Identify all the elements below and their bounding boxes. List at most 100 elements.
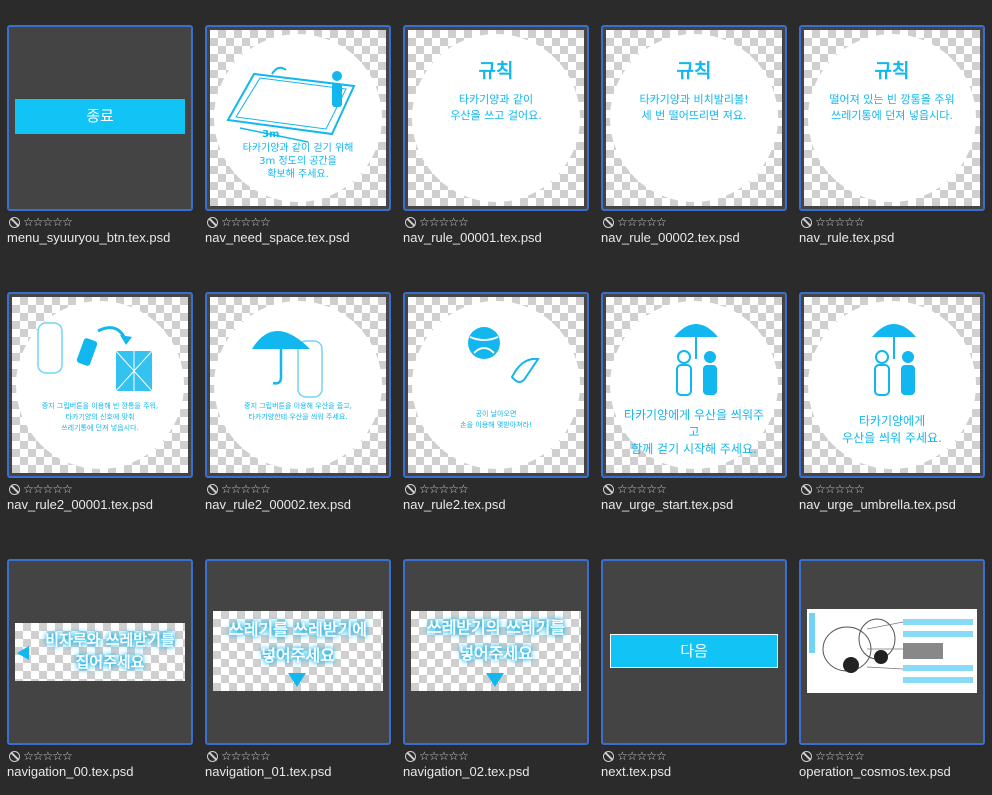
no-rating-icon[interactable] [207, 483, 218, 495]
no-rating-icon[interactable] [9, 483, 20, 495]
rating[interactable]: ☆☆☆☆☆ [601, 749, 787, 763]
no-rating-icon[interactable] [801, 483, 812, 495]
no-rating-icon[interactable] [801, 216, 812, 228]
no-rating-icon[interactable] [603, 216, 614, 228]
no-rating-icon[interactable] [405, 216, 416, 228]
rating-stars[interactable]: ☆☆☆☆☆ [815, 749, 865, 763]
file-name: nav_urge_umbrella.tex.psd [799, 497, 956, 512]
file-name: nav_urge_start.tex.psd [601, 497, 734, 512]
rating[interactable]: ☆☆☆☆☆ [403, 482, 589, 496]
rating-stars[interactable]: ☆☆☆☆☆ [221, 749, 271, 763]
no-rating-icon[interactable] [603, 483, 614, 495]
rating[interactable]: ☆☆☆☆☆ [7, 215, 193, 229]
asset-thumbnail[interactable]: 다음 [601, 559, 787, 745]
preview-circle: 3m 타카기양과 같이 걷기 위해 3m 정도의 공간을 확보해 주세요. [214, 34, 382, 202]
asset-tile[interactable]: 중지 그립버튼을 이용해 우산을 줍고, 타카기양한테 우산을 씌워 주세요. … [205, 292, 391, 512]
rating[interactable]: ☆☆☆☆☆ [601, 215, 787, 229]
preview-circle: 타카기양에게 우산을 씌워주고 함께 걷기 시작해 주세요. [610, 301, 778, 469]
no-rating-icon[interactable] [9, 750, 20, 762]
rating-stars[interactable]: ☆☆☆☆☆ [419, 482, 469, 496]
no-rating-icon[interactable] [207, 750, 218, 762]
rating[interactable]: ☆☆☆☆☆ [403, 749, 589, 763]
instruction-text: 중지 그립버튼을 이용해 빈 깡통을 주워, 타카기양의 신호에 맞춰 쓰레기통… [41, 402, 159, 432]
asset-tile[interactable]: 타카기양에게 우산을 씌워 주세요. ☆☆☆☆☆ nav_urge_umbrel… [799, 292, 985, 512]
file-name: nav_need_space.tex.psd [205, 230, 350, 245]
asset-tile[interactable]: 중지 그립버튼을 이용해 빈 깡통을 주워, 타카기양의 신호에 맞춰 쓰레기통… [7, 292, 193, 512]
asset-tile[interactable]: 쓰레받기의 쓰레기를 넣어주세요 ☆☆☆☆☆ navigation_02.tex… [403, 559, 589, 779]
distance-label: 3m [262, 129, 280, 140]
no-rating-icon[interactable] [405, 750, 416, 762]
rating-stars[interactable]: ☆☆☆☆☆ [23, 215, 73, 229]
rating[interactable]: ☆☆☆☆☆ [205, 482, 391, 496]
asset-thumbnail[interactable]: 공이 날아오면 손을 이용해 몇받아쳐라! [403, 292, 589, 478]
preview-circle: 타카기양에게 우산을 씌워 주세요. [808, 301, 976, 469]
asset-tile[interactable]: 쓰레기를 쓰레받기에 넣어주세요 ☆☆☆☆☆ navigation_01.tex… [205, 559, 391, 779]
file-name: nav_rule.tex.psd [799, 230, 895, 245]
asset-thumbnail[interactable]: 쓰레받기의 쓰레기를 넣어주세요 [403, 559, 589, 745]
asset-thumbnail[interactable]: 중지 그립버튼을 이용해 우산을 줍고, 타카기양한테 우산을 씌워 주세요. [205, 292, 391, 478]
file-name: next.tex.psd [601, 764, 672, 779]
rating[interactable]: ☆☆☆☆☆ [799, 482, 985, 496]
asset-thumbnail[interactable]: 타카기양에게 우산을 씌워주고 함께 걷기 시작해 주세요. [601, 292, 787, 478]
asset-thumbnail[interactable]: 규칙 떨어져 있는 빈 깡통을 주워 쓰레기통에 던져 넣읍시다. [799, 25, 985, 211]
no-rating-icon[interactable] [9, 216, 20, 228]
asset-thumbnail[interactable]: 비자루와 쓰레받기를 집어주세요 [7, 559, 193, 745]
rating[interactable]: ☆☆☆☆☆ [601, 482, 787, 496]
asset-thumbnail[interactable]: 규칙 타카기양과 같이 우산을 쓰고 걸어요. [403, 25, 589, 211]
rating-stars[interactable]: ☆☆☆☆☆ [815, 215, 865, 229]
no-rating-icon[interactable] [603, 750, 614, 762]
rating[interactable]: ☆☆☆☆☆ [205, 749, 391, 763]
asset-thumbnail[interactable]: 종료 [7, 25, 193, 211]
asset-tile[interactable]: 규칙 떨어져 있는 빈 깡통을 주워 쓰레기통에 던져 넣읍시다. ☆☆☆☆☆ … [799, 25, 985, 245]
rating[interactable]: ☆☆☆☆☆ [7, 749, 193, 763]
instruction-text: 공이 날아오면 손을 이용해 몇받아쳐라! [460, 410, 532, 429]
asset-tile[interactable]: 규칙 타카기양과 같이 우산을 쓰고 걸어요. ☆☆☆☆☆ nav_rule_0… [403, 25, 589, 245]
asset-thumbnail[interactable]: 중지 그립버튼을 이용해 빈 깡통을 주워, 타카기양의 신호에 맞춰 쓰레기통… [7, 292, 193, 478]
rating[interactable]: ☆☆☆☆☆ [7, 482, 193, 496]
asset-tile[interactable]: 다음 ☆☆☆☆☆ next.tex.psd [601, 559, 787, 779]
rating[interactable]: ☆☆☆☆☆ [403, 215, 589, 229]
file-name: navigation_02.tex.psd [403, 764, 530, 779]
rating-stars[interactable]: ☆☆☆☆☆ [221, 482, 271, 496]
arrow-down-icon [486, 673, 504, 687]
asset-thumbnail[interactable]: 규칙 타카기양과 비치발리볼! 세 번 떨어뜨리면 져요. [601, 25, 787, 211]
rating[interactable]: ☆☆☆☆☆ [799, 749, 985, 763]
navigation-text: 비자루와 쓰레받기를 집어주세요 [45, 631, 175, 671]
rating-stars[interactable]: ☆☆☆☆☆ [617, 749, 667, 763]
rating-stars[interactable]: ☆☆☆☆☆ [419, 749, 469, 763]
next-button-preview: 다음 [610, 634, 778, 668]
rating-stars[interactable]: ☆☆☆☆☆ [815, 482, 865, 496]
rating-stars[interactable]: ☆☆☆☆☆ [23, 749, 73, 763]
rating[interactable]: ☆☆☆☆☆ [205, 215, 391, 229]
no-rating-icon[interactable] [405, 483, 416, 495]
asset-tile[interactable]: 규칙 타카기양과 비치발리볼! 세 번 떨어뜨리면 져요. ☆☆☆☆☆ nav_… [601, 25, 787, 245]
ball-hand-illustration [468, 327, 540, 383]
no-rating-icon[interactable] [801, 750, 812, 762]
asset-tile[interactable]: 3m 타카기양과 같이 걷기 위해 3m 정도의 공간을 확보해 주세요. ☆☆… [205, 25, 391, 245]
file-name: nav_rule_00001.tex.psd [403, 230, 542, 245]
controller-diagram-illustration [809, 613, 973, 683]
asset-tile[interactable]: 타카기양에게 우산을 씌워주고 함께 걷기 시작해 주세요. ☆☆☆☆☆ nav… [601, 292, 787, 512]
file-name: navigation_01.tex.psd [205, 764, 332, 779]
instruction-text: 타카기양과 같이 걷기 위해 3m 정도의 공간을 확보해 주세요. [242, 143, 354, 180]
file-name: nav_rule2_00002.tex.psd [205, 497, 352, 512]
navigation-text: 쓰레기를 쓰레받기에 넣어주세요 [228, 620, 368, 665]
asset-thumbnail[interactable]: 타카기양에게 우산을 씌워 주세요. [799, 292, 985, 478]
asset-thumbnail[interactable]: 3m 타카기양과 같이 걷기 위해 3m 정도의 공간을 확보해 주세요. [205, 25, 391, 211]
operation-diagram [807, 609, 977, 693]
asset-thumbnail[interactable]: 쓰레기를 쓰레받기에 넣어주세요 [205, 559, 391, 745]
rating-stars[interactable]: ☆☆☆☆☆ [419, 215, 469, 229]
preview-circle: 중지 그립버튼을 이용해 빈 깡통을 주워, 타카기양의 신호에 맞춰 쓰레기통… [16, 301, 184, 469]
asset-tile[interactable]: 공이 날아오면 손을 이용해 몇받아쳐라! ☆☆☆☆☆ nav_rule2.te… [403, 292, 589, 512]
rating-stars[interactable]: ☆☆☆☆☆ [617, 482, 667, 496]
no-rating-icon[interactable] [207, 216, 218, 228]
rating-stars[interactable]: ☆☆☆☆☆ [617, 215, 667, 229]
rating[interactable]: ☆☆☆☆☆ [799, 215, 985, 229]
asset-tile[interactable]: 비자루와 쓰레받기를 집어주세요 ☆☆☆☆☆ navigation_00.tex… [7, 559, 193, 779]
rating-stars[interactable]: ☆☆☆☆☆ [23, 482, 73, 496]
rating-stars[interactable]: ☆☆☆☆☆ [221, 215, 271, 229]
asset-tile[interactable]: 종료 ☆☆☆☆☆ menu_syuuryou_btn.tex.psd [7, 25, 193, 245]
can-trash-illustration [37, 322, 153, 392]
asset-tile[interactable]: ☆☆☆☆☆ operation_cosmos.tex.psd [799, 559, 985, 779]
asset-thumbnail[interactable] [799, 559, 985, 745]
